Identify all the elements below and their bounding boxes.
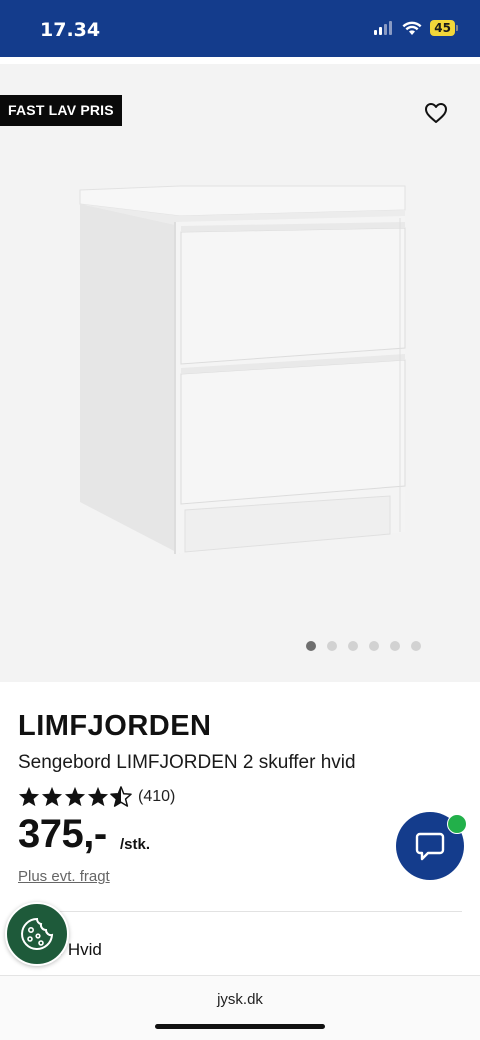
status-bar: 17.34 45 <box>0 0 480 57</box>
star-full-icon <box>64 786 86 807</box>
gallery-dot[interactable] <box>306 641 316 651</box>
freight-link[interactable]: Plus evt. fragt <box>18 868 110 885</box>
gallery-pagination[interactable] <box>306 641 421 651</box>
color-value: Hvid <box>67 940 102 959</box>
product-image <box>79 185 406 554</box>
gallery-dot[interactable] <box>327 641 337 651</box>
home-indicator[interactable] <box>155 1024 325 1029</box>
product-rating[interactable]: (410) <box>18 786 175 807</box>
status-icons: 45 <box>374 20 458 36</box>
star-full-icon <box>41 786 63 807</box>
cookie-icon <box>21 917 54 950</box>
browser-url[interactable]: jysk.dk <box>0 991 480 1008</box>
heart-icon[interactable] <box>424 102 448 124</box>
browser-bar: jysk.dk <box>0 975 480 1040</box>
product-price: 375,- <box>18 812 107 856</box>
wifi-icon <box>402 21 422 35</box>
price-badge: FAST LAV PRIS <box>0 95 122 126</box>
rating-stars <box>18 786 132 807</box>
battery-indicator: 45 <box>430 20 455 36</box>
gallery-dot[interactable] <box>390 641 400 651</box>
battery-cap <box>456 25 458 31</box>
product-name: Sengebord LIMFJORDEN 2 skuffer hvid <box>18 752 356 773</box>
star-full-icon <box>18 786 40 807</box>
signal-icon <box>374 21 393 35</box>
gallery-dot[interactable] <box>348 641 358 651</box>
status-time: 17.34 <box>40 19 101 41</box>
section-divider <box>18 911 462 912</box>
star-full-icon <box>87 786 109 807</box>
product-brand: LIMFJORDEN <box>18 710 212 742</box>
chat-bubble-icon <box>415 832 445 861</box>
rating-count: (410) <box>138 787 176 805</box>
gallery-dot[interactable] <box>369 641 379 651</box>
star-half-icon <box>110 786 132 807</box>
price-unit: /stk. <box>120 836 151 853</box>
gallery-dot[interactable] <box>411 641 421 651</box>
cookie-settings-button[interactable] <box>5 902 69 966</box>
product-gallery[interactable]: FAST LAV PRIS <box>0 64 480 682</box>
chat-notification-dot <box>447 814 467 834</box>
